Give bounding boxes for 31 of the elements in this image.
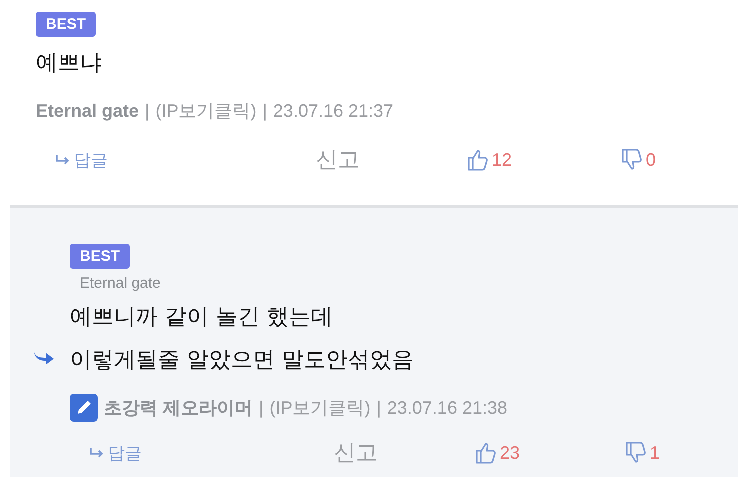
like-button[interactable]: 12 — [468, 149, 512, 171]
ip-link[interactable]: (IP보기클릭) — [270, 396, 371, 420]
reply-to-name: Eternal gate — [80, 275, 162, 292]
reply-button[interactable]: 답글 — [90, 442, 142, 464]
dislike-button[interactable]: 0 — [622, 149, 656, 171]
reply-arrow-icon — [56, 155, 72, 165]
pencil-icon — [70, 394, 98, 422]
separator: | — [262, 100, 268, 122]
report-button[interactable]: 신고 — [316, 145, 360, 175]
thumbs-down-icon — [622, 149, 642, 171]
comment-text: 예쁘니까 같이 놀긴 했는데 — [70, 304, 334, 332]
dislike-button[interactable]: 1 — [626, 442, 660, 464]
best-badge: BEST — [36, 12, 96, 37]
report-button[interactable]: 신고 — [334, 438, 378, 468]
separator: | — [145, 100, 150, 122]
comment-date: 23.07.16 21:37 — [273, 100, 394, 122]
reply-arrow-icon — [90, 448, 106, 458]
like-button[interactable]: 23 — [476, 442, 520, 464]
thumbs-down-icon — [626, 442, 646, 464]
separator: | — [376, 398, 382, 418]
comment-text: 예쁘냐 — [36, 50, 103, 78]
ip-link[interactable]: (IP보기클릭) — [156, 99, 257, 123]
best-badge: BEST — [70, 244, 130, 269]
comment-date: 23.07.16 21:38 — [387, 398, 508, 418]
author-name[interactable]: Eternal gate — [36, 100, 140, 122]
comment-text: 이렇게될줄 알았으면 말도안섞었음 — [70, 347, 415, 375]
separator: | — [259, 398, 264, 418]
thumbs-up-icon — [476, 442, 496, 464]
thumbs-up-icon — [468, 149, 488, 171]
author-name[interactable]: 초강력 제오라이머 — [104, 396, 254, 420]
reply-button[interactable]: 답글 — [56, 148, 108, 172]
